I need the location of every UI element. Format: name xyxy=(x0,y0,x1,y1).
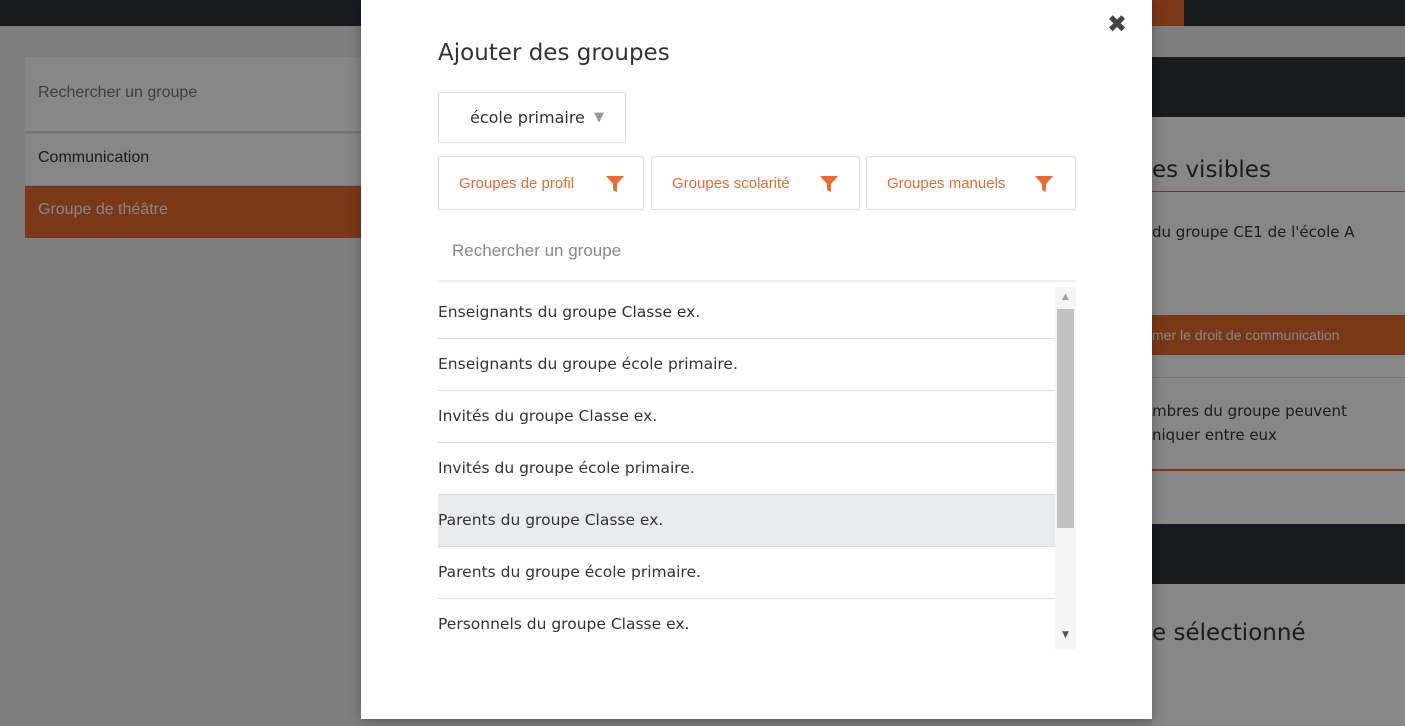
list-item-label: Enseignants du groupe Classe ex. xyxy=(438,303,701,321)
list-item-label: Invités du groupe Classe ex. xyxy=(438,407,658,425)
list-item-label: Personnels du groupe Classe ex. xyxy=(438,615,690,633)
group-list[interactable]: Enseignants du groupe Classe ex. Enseign… xyxy=(438,287,1076,649)
chevron-down-icon: ▼ xyxy=(594,110,604,125)
scrollbar-thumb[interactable] xyxy=(1057,309,1074,528)
structure-select[interactable]: école primaire ▼ xyxy=(438,92,626,143)
filter-icon xyxy=(1035,176,1053,192)
list-item-label: Parents du groupe école primaire. xyxy=(438,563,701,581)
group-search-input[interactable] xyxy=(438,222,1076,282)
list-item[interactable]: Invités du groupe Classe ex. xyxy=(438,391,1055,443)
list-item[interactable]: Enseignants du groupe école primaire. xyxy=(438,339,1055,391)
filter-icon xyxy=(820,176,838,192)
list-item-label: Invités du groupe école primaire. xyxy=(438,459,695,477)
group-list-items: Enseignants du groupe Classe ex. Enseign… xyxy=(438,287,1055,649)
filter-icon xyxy=(606,176,624,192)
filter-button-label: Groupes manuels xyxy=(887,175,1006,192)
modal-title: Ajouter des groupes xyxy=(438,40,670,66)
structure-select-value: école primaire xyxy=(470,108,585,127)
scroll-down-arrow-icon[interactable]: ▼ xyxy=(1055,627,1076,643)
filter-button-label: Groupes scolarité xyxy=(672,175,790,192)
list-item-label: Parents du groupe Classe ex. xyxy=(438,511,664,529)
filter-manual-groups-button[interactable]: Groupes manuels xyxy=(866,156,1076,210)
filter-profile-groups-button[interactable]: Groupes de profil xyxy=(438,156,644,210)
list-item[interactable]: Parents du groupe Classe ex. xyxy=(438,495,1055,547)
close-icon[interactable]: ✖ xyxy=(1105,12,1129,36)
list-item-label: Enseignants du groupe école primaire. xyxy=(438,355,738,373)
list-item[interactable]: Personnels du groupe Classe ex. xyxy=(438,599,1055,649)
add-groups-modal: ✖ Ajouter des groupes école primaire ▼ G… xyxy=(361,0,1152,719)
list-item[interactable]: Invités du groupe école primaire. xyxy=(438,443,1055,495)
filter-school-groups-button[interactable]: Groupes scolarité xyxy=(651,156,860,210)
list-item[interactable]: Enseignants du groupe Classe ex. xyxy=(438,287,1055,339)
scroll-up-arrow-icon[interactable]: ▲ xyxy=(1055,289,1076,305)
group-list-scrollbar[interactable]: ▲ ▼ xyxy=(1055,287,1076,649)
list-item[interactable]: Parents du groupe école primaire. xyxy=(438,547,1055,599)
filter-button-label: Groupes de profil xyxy=(459,175,575,192)
